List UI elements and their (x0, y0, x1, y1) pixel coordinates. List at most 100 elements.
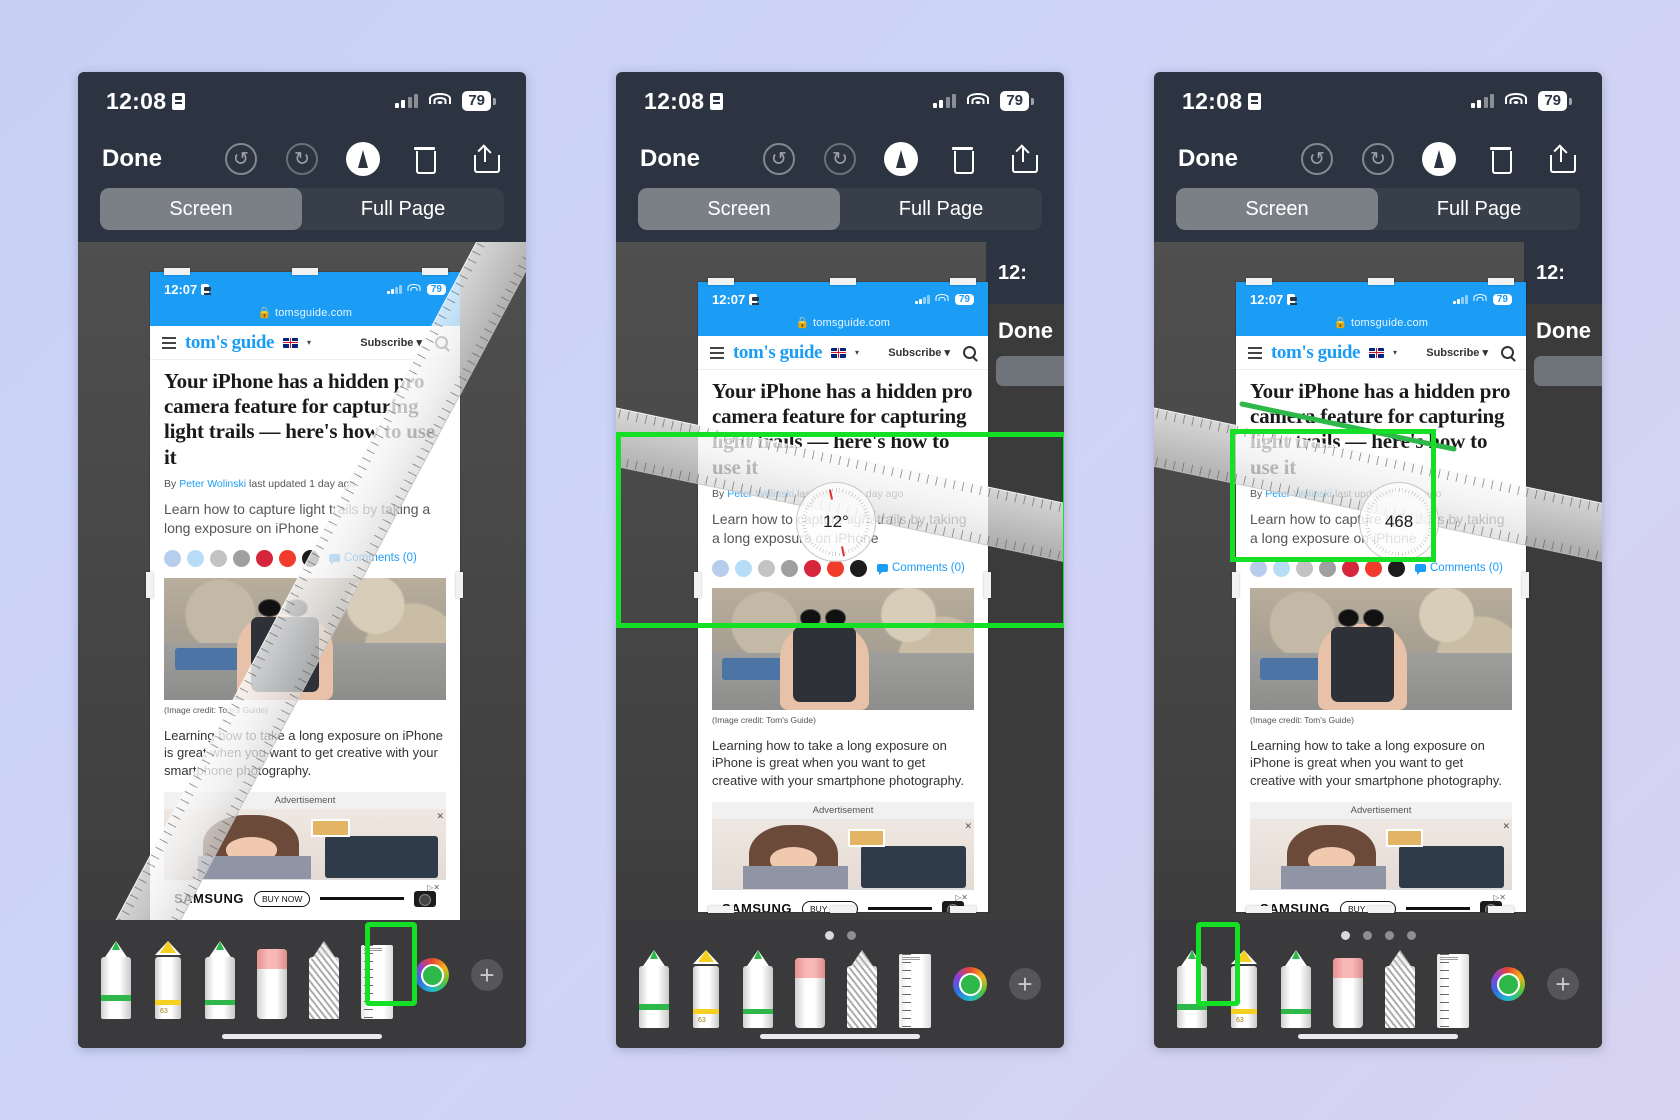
next-screenshot-peek[interactable]: 12: Done (1524, 242, 1602, 967)
next-screenshot-peek[interactable]: 12: Done (986, 242, 1064, 967)
trash-icon[interactable] (945, 142, 979, 176)
crop-handle-top[interactable] (292, 268, 318, 275)
address-bar[interactable]: 🔒 tomsguide.com (698, 316, 988, 336)
redo-button[interactable]: ↻ (285, 142, 319, 176)
share-icon[interactable] (468, 142, 502, 176)
pencil-tool[interactable] (205, 941, 235, 1019)
pinterest-icon[interactable] (804, 559, 821, 577)
pencil-tool[interactable] (1281, 950, 1311, 1028)
ad-image[interactable]: ✕ (164, 809, 446, 880)
screen-fullpage-segmented-control[interactable]: Screen Full Page (100, 188, 504, 230)
eraser-tool[interactable] (257, 941, 287, 1019)
tab-full-page[interactable]: Full Page (840, 188, 1042, 230)
crop-handle-top[interactable] (1368, 278, 1394, 285)
uk-flag-icon[interactable] (283, 337, 299, 348)
tab-screen[interactable]: Screen (1176, 188, 1378, 230)
crop-handle-bottom[interactable] (830, 906, 856, 913)
crop-handle-top-right[interactable] (422, 268, 448, 275)
pen-tool[interactable] (1177, 950, 1207, 1028)
subscribe-link[interactable]: Subscribe ▾ (1426, 346, 1488, 359)
crop-handle-right[interactable] (984, 572, 991, 598)
markup-pen-icon[interactable] (1422, 142, 1456, 176)
eraser-tool[interactable] (795, 950, 825, 1028)
ruler-tool[interactable] (361, 941, 393, 1019)
highlighter-tool[interactable]: 63 (691, 950, 721, 1028)
ruler-tool[interactable] (1437, 950, 1469, 1028)
author-link[interactable]: Peter Wolinski (1265, 488, 1332, 500)
crop-handle-bottom[interactable] (1368, 906, 1394, 913)
hamburger-icon[interactable] (1248, 346, 1262, 359)
email-icon[interactable] (302, 549, 319, 567)
done-button[interactable]: Done (102, 145, 162, 173)
pinterest-icon[interactable] (256, 549, 273, 567)
ad-choices-icon[interactable]: ▷✕ (427, 883, 440, 892)
search-icon[interactable] (963, 346, 976, 359)
comments-link[interactable]: Comments (0) (1415, 562, 1503, 576)
markup-tool-tray-1[interactable]: 63 + (78, 920, 526, 1048)
redo-button[interactable]: ↻ (823, 142, 857, 176)
whatsapp-icon[interactable] (210, 549, 227, 567)
pinterest-icon[interactable] (1342, 559, 1359, 577)
color-wheel-icon[interactable] (953, 967, 987, 1001)
tool-page-dots[interactable] (1154, 920, 1602, 940)
lasso-tool[interactable] (1385, 950, 1415, 1028)
markup-tool-tray-3[interactable]: 63 + (1154, 920, 1602, 1048)
search-icon[interactable] (435, 336, 448, 349)
tab-full-page[interactable]: Full Page (302, 188, 504, 230)
trash-icon[interactable] (407, 142, 441, 176)
whatsapp-icon[interactable] (1296, 559, 1313, 577)
comments-link[interactable]: Comments (0) (877, 562, 965, 576)
done-button[interactable]: Done (1178, 145, 1238, 173)
close-icon[interactable]: ✕ (964, 821, 972, 832)
pen-tool[interactable] (101, 941, 131, 1019)
whatsapp-icon[interactable] (758, 559, 775, 577)
search-icon[interactable] (1501, 346, 1514, 359)
screen-fullpage-segmented-control[interactable]: Screen Full Page (1176, 188, 1580, 230)
advertisement-block[interactable]: Advertisement ✕ (1250, 802, 1512, 890)
crop-handle-right[interactable] (1522, 572, 1529, 598)
crop-handle-top-left[interactable] (1246, 278, 1272, 285)
tab-full-page[interactable]: Full Page (1378, 188, 1580, 230)
site-logo[interactable]: tom's guide (185, 332, 274, 354)
ad-choices-icon[interactable]: ▷✕ (955, 893, 968, 902)
crop-handle-top-left[interactable] (708, 278, 734, 285)
undo-button[interactable]: ↺ (762, 142, 796, 176)
reddit-icon[interactable] (233, 549, 250, 567)
advertisement-block[interactable]: Advertisement ✕ (164, 792, 446, 880)
site-logo[interactable]: tom's guide (1271, 342, 1360, 364)
crop-handle-right[interactable] (456, 572, 463, 598)
markup-canvas-3[interactable]: 12: Done 12:07 79 🔒 tomsguide.com tom's … (1154, 242, 1602, 967)
comments-link[interactable]: Comments (0) (329, 552, 417, 566)
crop-handle-bottom-right[interactable] (950, 906, 976, 913)
samsung-ad-banner[interactable]: SAMSUNG BUY NOW ▷✕ (164, 879, 446, 918)
site-logo[interactable]: tom's guide (733, 342, 822, 364)
screen-fullpage-segmented-control[interactable]: Screen Full Page (638, 188, 1042, 230)
markup-canvas-2[interactable]: 12: Done 12:07 79 🔒 tomsguide.com tom's … (616, 242, 1064, 967)
markup-tool-tray-2[interactable]: 63 + (616, 920, 1064, 1048)
tool-page-dots[interactable] (616, 920, 1064, 940)
facebook-icon[interactable] (164, 549, 181, 567)
tool-page-dots[interactable] (78, 920, 526, 931)
author-link[interactable]: Peter Wolinski (727, 488, 794, 500)
facebook-icon[interactable] (712, 559, 729, 577)
email-icon[interactable] (850, 559, 867, 577)
email-icon[interactable] (1388, 559, 1405, 577)
markup-pen-icon[interactable] (346, 142, 380, 176)
advertisement-block[interactable]: Advertisement ✕ (712, 802, 974, 890)
ad-cta-button[interactable]: BUY NOW (253, 890, 311, 907)
twitter-icon[interactable] (187, 549, 204, 567)
flipboard-icon[interactable] (279, 549, 296, 567)
address-bar[interactable]: 🔒 tomsguide.com (150, 306, 460, 326)
done-button[interactable]: Done (640, 145, 700, 173)
crop-handle-top[interactable] (830, 278, 856, 285)
share-icon[interactable] (1006, 142, 1040, 176)
undo-button[interactable]: ↺ (1300, 142, 1334, 176)
uk-flag-icon[interactable] (831, 347, 847, 358)
highlighter-tool[interactable]: 63 (1229, 950, 1259, 1028)
crop-handle-left[interactable] (1232, 572, 1239, 598)
subscribe-link[interactable]: Subscribe ▾ (360, 336, 422, 349)
facebook-icon[interactable] (1250, 559, 1267, 577)
pen-tool[interactable] (639, 950, 669, 1028)
crop-handle-top-right[interactable] (950, 278, 976, 285)
twitter-icon[interactable] (735, 559, 752, 577)
